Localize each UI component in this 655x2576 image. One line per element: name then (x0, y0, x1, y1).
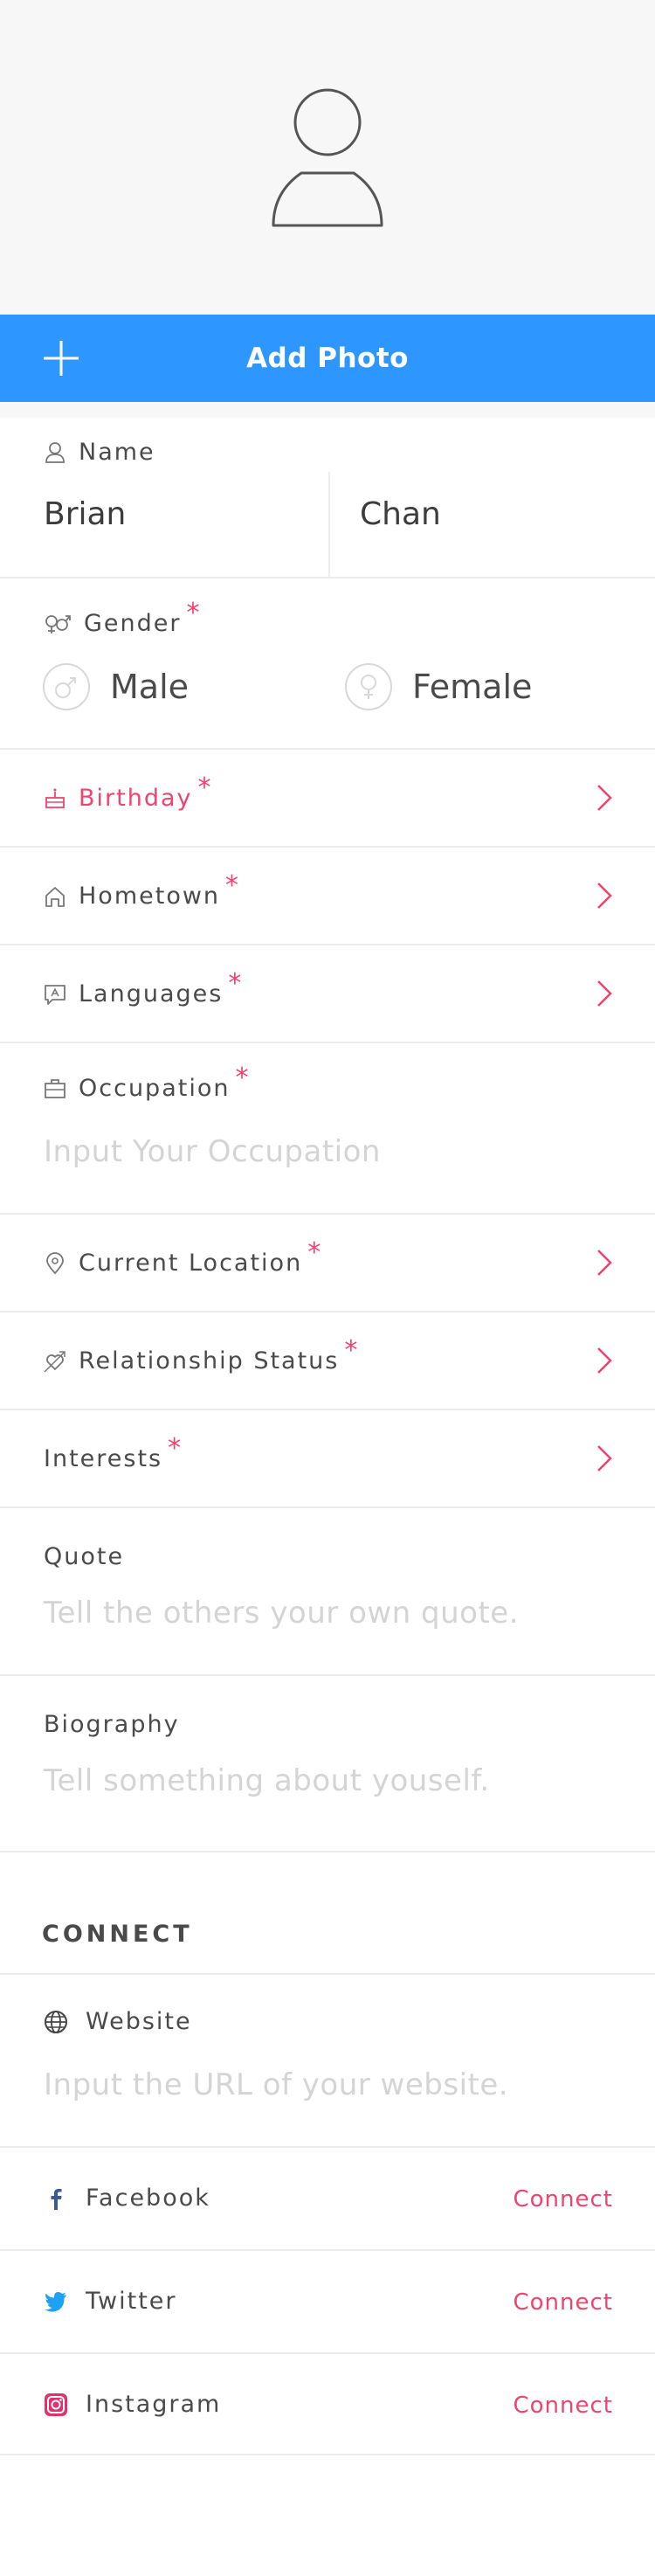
birthday-label: Birthday (79, 785, 193, 812)
biography-row: Biography Tell something about youself. (0, 1676, 655, 1852)
website-input[interactable]: Input the URL of your website. (44, 2067, 508, 2102)
instagram-label: Instagram (86, 2391, 222, 2418)
gender-female-label: Female (412, 668, 533, 706)
gender-label: Gender (84, 610, 182, 637)
facebook-label: Facebook (86, 2185, 210, 2212)
language-icon (45, 984, 66, 1005)
required-marker: * (186, 598, 200, 628)
occupation-label-group: Occupation * (44, 1063, 248, 1104)
website-row: Website Input the URL of your website. (0, 1975, 655, 2148)
facebook-row: Facebook Connect (0, 2148, 655, 2251)
relationship-status-label: Relationship Status (79, 1347, 340, 1375)
gender-male-label: Male (110, 668, 190, 706)
facebook-icon (51, 2189, 62, 2210)
section-gap (0, 402, 655, 418)
instagram-icon (45, 2393, 67, 2416)
biography-label: Biography (44, 1711, 180, 1738)
user-placeholder-icon (272, 88, 383, 227)
person-icon (45, 441, 65, 463)
relationship-status-row[interactable]: Relationship Status * (0, 1312, 655, 1410)
required-marker: * (344, 1335, 358, 1366)
cake-icon (45, 788, 65, 808)
gender-icon (45, 614, 71, 634)
required-marker: * (168, 1433, 182, 1464)
name-divider (328, 472, 330, 577)
last-name-field[interactable]: Chan (360, 496, 441, 532)
occupation-row: Occupation * Input Your Occupation (0, 1043, 655, 1215)
add-photo-button[interactable]: Add Photo (0, 315, 655, 402)
location-pin-icon (46, 1251, 64, 1274)
languages-label: Languages (79, 980, 224, 1008)
languages-label-group: Languages * (44, 968, 241, 1009)
interests-label: Interests (44, 1445, 163, 1472)
add-photo-label: Add Photo (246, 343, 409, 374)
name-label: Name (79, 439, 155, 466)
twitter-connect-link[interactable]: Connect (513, 2289, 613, 2316)
chevron-right-icon (597, 1250, 612, 1276)
chevron-right-icon (597, 1347, 612, 1374)
languages-row[interactable]: Languages * (0, 945, 655, 1043)
home-icon (45, 886, 65, 907)
occupation-input[interactable]: Input Your Occupation (44, 1134, 381, 1169)
twitter-label: Twitter (86, 2288, 177, 2315)
twitter-icon (45, 2292, 66, 2312)
hometown-label: Hometown (79, 883, 221, 910)
required-marker: * (307, 1237, 321, 1268)
relationship-status-label-group: Relationship Status * (44, 1335, 357, 1376)
globe-icon (45, 2011, 67, 2033)
name-row: Name Brian Chan (0, 418, 655, 578)
facebook-connect-link[interactable]: Connect (513, 2186, 613, 2212)
male-icon (43, 663, 90, 710)
biography-input[interactable]: Tell something about youself. (44, 1763, 490, 1798)
name-label-group: Name (44, 439, 155, 466)
birthday-label-group: Birthday * (44, 772, 211, 814)
current-location-label: Current Location (79, 1250, 303, 1277)
instagram-connect-link[interactable]: Connect (513, 2392, 613, 2419)
hometown-row[interactable]: Hometown * (0, 848, 655, 945)
interests-row[interactable]: Interests * (0, 1410, 655, 1508)
gender-male-option[interactable]: Male (42, 662, 189, 711)
required-marker: * (225, 870, 239, 901)
chevron-right-icon (597, 785, 612, 811)
current-location-label-group: Current Location * (44, 1237, 321, 1278)
required-marker: * (235, 1063, 249, 1093)
instagram-row: Instagram Connect (0, 2354, 655, 2455)
quote-label: Quote (44, 1543, 125, 1570)
gender-row: Gender * Male Female (0, 578, 655, 750)
hometown-label-group: Hometown * (44, 870, 238, 911)
gender-female-option[interactable]: Female (344, 662, 532, 711)
current-location-row[interactable]: Current Location * (0, 1215, 655, 1312)
website-label: Website (86, 2008, 192, 2035)
female-icon (345, 663, 392, 710)
first-name-field[interactable]: Brian (44, 496, 126, 532)
quote-input[interactable]: Tell the others your own quote. (44, 1596, 519, 1631)
interests-label-group: Interests * (44, 1433, 181, 1474)
chevron-right-icon (597, 980, 612, 1007)
avatar-area[interactable] (0, 0, 655, 315)
plus-icon (44, 341, 79, 376)
birthday-row[interactable]: Birthday * (0, 750, 655, 848)
briefcase-icon (45, 1078, 66, 1098)
twitter-row: Twitter Connect (0, 2251, 655, 2354)
chevron-right-icon (597, 883, 612, 909)
connect-header-row (0, 1852, 655, 1975)
chevron-right-icon (597, 1445, 612, 1472)
gender-label-group: Gender * (44, 598, 200, 639)
required-marker: * (228, 968, 242, 999)
heart-arrow-icon (44, 1350, 66, 1373)
quote-row: Quote Tell the others your own quote. (0, 1508, 655, 1676)
occupation-label: Occupation (79, 1075, 231, 1102)
required-marker: * (197, 772, 211, 803)
